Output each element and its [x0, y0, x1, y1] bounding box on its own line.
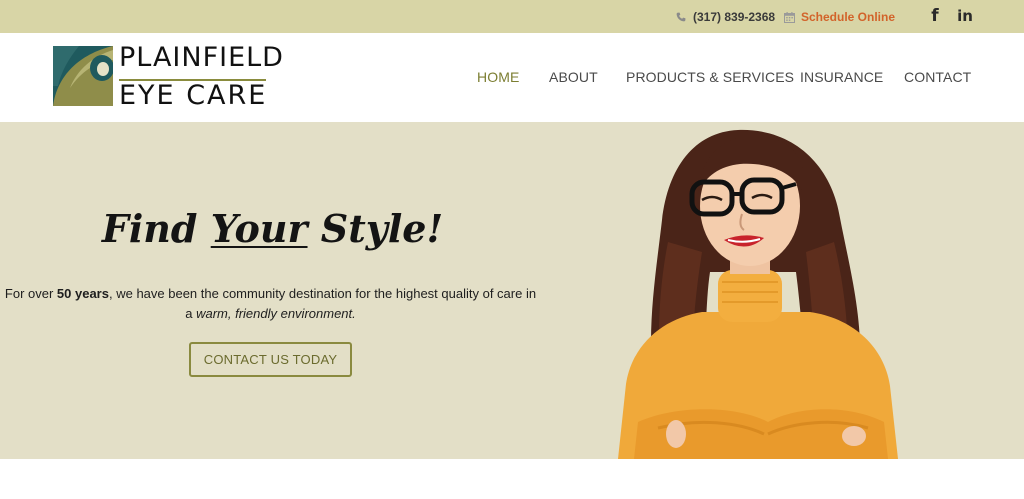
hero-model-photo [618, 129, 898, 459]
phone-link[interactable]: (317) 839-2368 [676, 9, 775, 25]
phone-number: (317) 839-2368 [693, 10, 776, 24]
logo-text-line2: EYE CARE [119, 80, 268, 111]
nav-products-services[interactable]: PRODUCTS & SERVICES [626, 69, 794, 87]
calendar-icon [784, 11, 795, 23]
below-hero-area [0, 459, 1024, 499]
logo-text-line1: PLAINFIELD [119, 42, 284, 73]
phone-icon [676, 12, 686, 22]
hero-intro-years: 50 years [56, 286, 109, 301]
hero-headline-emphasis: Your [210, 206, 308, 251]
hero-section: Find Your Style! For over 50 years, we h… [0, 122, 1024, 459]
nav-about[interactable]: ABOUT [549, 69, 598, 87]
contact-us-today-button[interactable]: CONTACT US TODAY [189, 342, 352, 377]
nav-home[interactable]: HOME [477, 69, 519, 87]
hero-intro-italic: warm, friendly environment. [196, 306, 356, 321]
hero-intro-text: For over 50 years, we have been the comm… [4, 286, 537, 321]
linkedin-icon[interactable]: in [955, 6, 975, 26]
site-header: PLAINFIELD EYE CARE HOME ABOUT PRODUCTS … [0, 33, 1024, 122]
logo-eye-mark-icon [53, 46, 113, 106]
top-utility-bar: (317) 839-2368 Schedule Online f in [0, 0, 1024, 33]
nav-contact[interactable]: CONTACT [904, 69, 971, 87]
hero-headline: Find Your Style! [101, 206, 444, 251]
facebook-icon[interactable]: f [928, 6, 942, 26]
schedule-online-label: Schedule Online [801, 10, 896, 24]
nav-insurance[interactable]: INSURANCE [800, 69, 883, 87]
site-logo[interactable]: PLAINFIELD EYE CARE [53, 42, 283, 111]
schedule-online-link[interactable]: Schedule Online [784, 9, 895, 25]
